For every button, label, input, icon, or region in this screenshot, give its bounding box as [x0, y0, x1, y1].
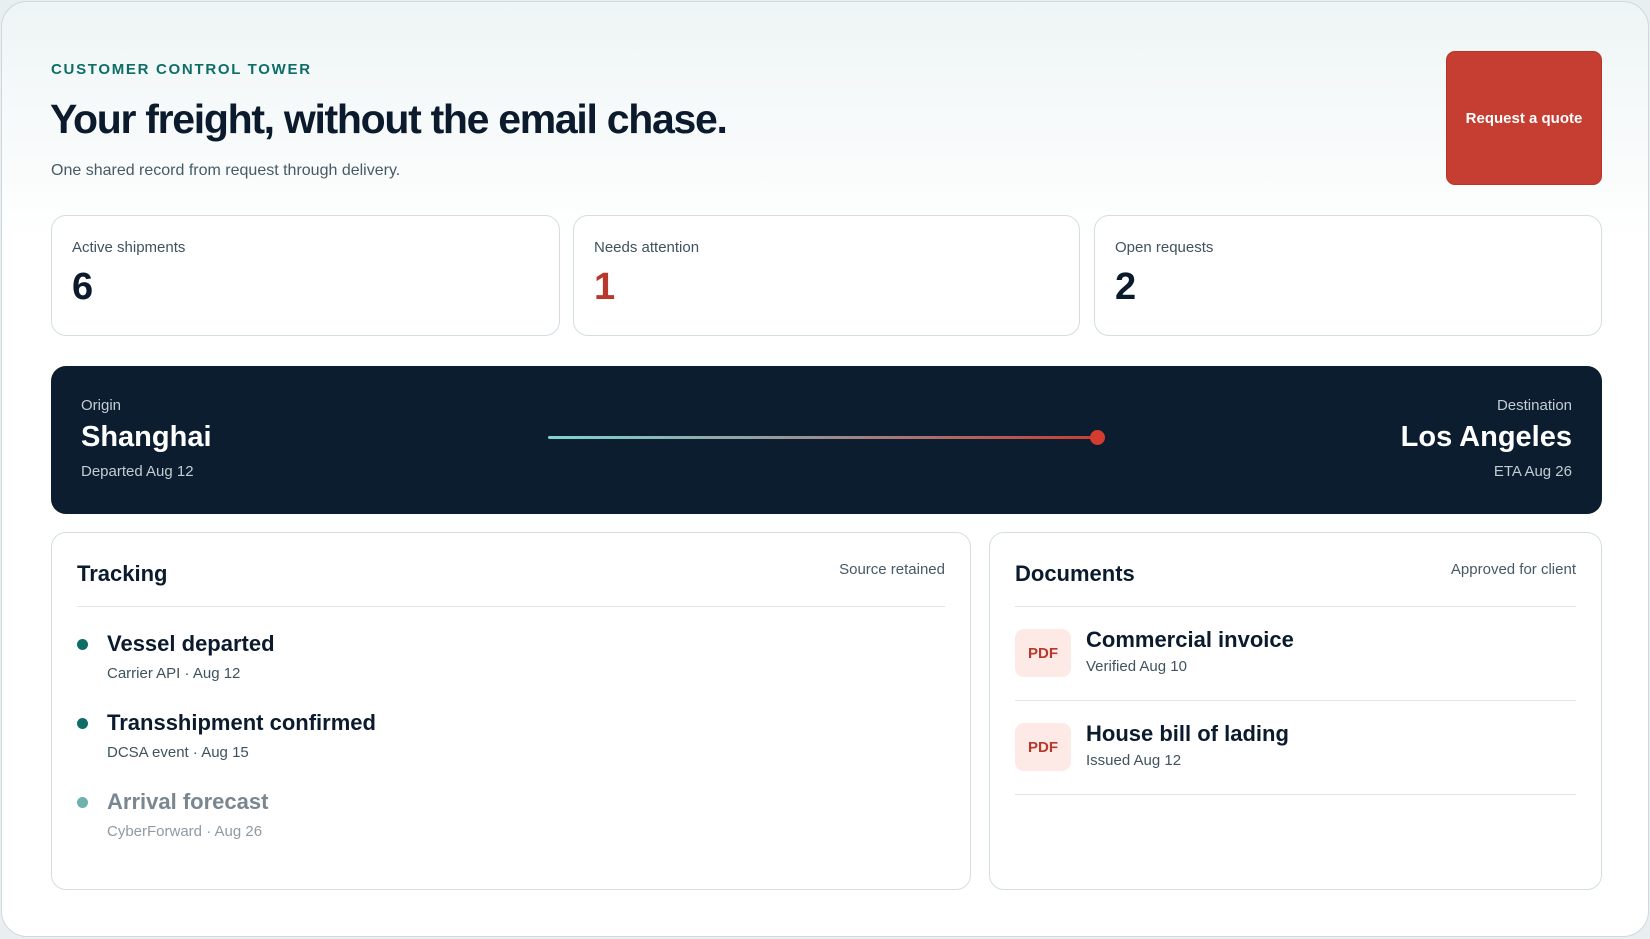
tracking-event: Transshipment confirmed DCSA event · Aug… — [77, 710, 897, 770]
documents-title: Documents — [1015, 561, 1135, 586]
event-meta: DCSA event · Aug 15 — [107, 744, 249, 761]
tracking-event: Arrival forecast CyberForward · Aug 26 — [77, 789, 897, 849]
status-dot-icon — [77, 797, 88, 808]
section-kicker: CUSTOMER CONTROL TOWER — [51, 61, 312, 78]
stat-card-open-requests[interactable]: Open requests 2 — [1094, 215, 1602, 336]
stat-label: Needs attention — [594, 239, 700, 256]
document-status: Verified Aug 10 — [1086, 658, 1187, 675]
origin-city: Shanghai — [81, 421, 212, 453]
status-dot-icon — [77, 718, 88, 729]
tracking-title: Tracking — [77, 561, 168, 586]
pdf-icon: PDF — [1015, 629, 1071, 677]
current-position-marker — [1090, 430, 1105, 445]
page-subtitle: One shared record from request through d… — [51, 162, 401, 179]
origin-departed: Departed Aug 12 — [81, 463, 194, 480]
stat-card-active-shipments[interactable]: Active shipments 6 — [51, 215, 560, 336]
document-title: Commercial invoice — [1086, 627, 1294, 652]
route-progress-line — [548, 436, 1097, 439]
event-meta: CyberForward · Aug 26 — [107, 823, 263, 840]
destination-label: Destination — [1496, 397, 1572, 414]
event-meta: Carrier API · Aug 12 — [107, 665, 241, 682]
event-title: Arrival forecast — [107, 789, 269, 814]
document-title: House bill of lading — [1086, 721, 1289, 746]
stat-label: Active shipments — [72, 239, 186, 256]
divider — [77, 606, 945, 607]
documents-panel: Documents Approved for client PDF Commer… — [989, 532, 1602, 890]
status-dot-icon — [77, 639, 88, 650]
destination-city: Los Angeles — [1400, 421, 1572, 453]
documents-approval-note: Approved for client — [1450, 561, 1576, 578]
document-item[interactable]: PDF House bill of lading Issued Aug 12 — [1015, 701, 1576, 795]
origin-label: Origin — [81, 397, 122, 414]
pdf-icon: PDF — [1015, 723, 1071, 771]
stats-row: Active shipments 6 Needs attention 1 Ope… — [51, 215, 1602, 336]
stat-value: 6 — [72, 266, 94, 308]
tracking-event: Vessel departed Carrier API · Aug 12 — [77, 631, 897, 691]
document-item[interactable]: PDF Commercial invoice Verified Aug 10 — [1015, 607, 1576, 701]
document-status: Issued Aug 12 — [1086, 752, 1182, 769]
tracking-source-note: Source retained — [839, 561, 945, 578]
route-banner: Origin Shanghai Departed Aug 12 Destinat… — [51, 366, 1602, 514]
event-title: Transshipment confirmed — [107, 710, 376, 735]
destination-eta: ETA Aug 26 — [1493, 463, 1572, 480]
stat-card-needs-attention[interactable]: Needs attention 1 — [573, 215, 1080, 336]
control-tower-page: CUSTOMER CONTROL TOWER Your freight, wit… — [1, 1, 1649, 937]
stat-value: 2 — [1115, 266, 1137, 308]
stat-value: 1 — [594, 266, 616, 308]
tracking-panel: Tracking Source retained Vessel departed… — [51, 532, 971, 890]
page-title: Your freight, without the email chase. — [50, 96, 728, 142]
stat-label: Open requests — [1115, 239, 1214, 256]
request-quote-button[interactable]: Request a quote — [1446, 51, 1602, 185]
event-title: Vessel departed — [107, 631, 275, 656]
